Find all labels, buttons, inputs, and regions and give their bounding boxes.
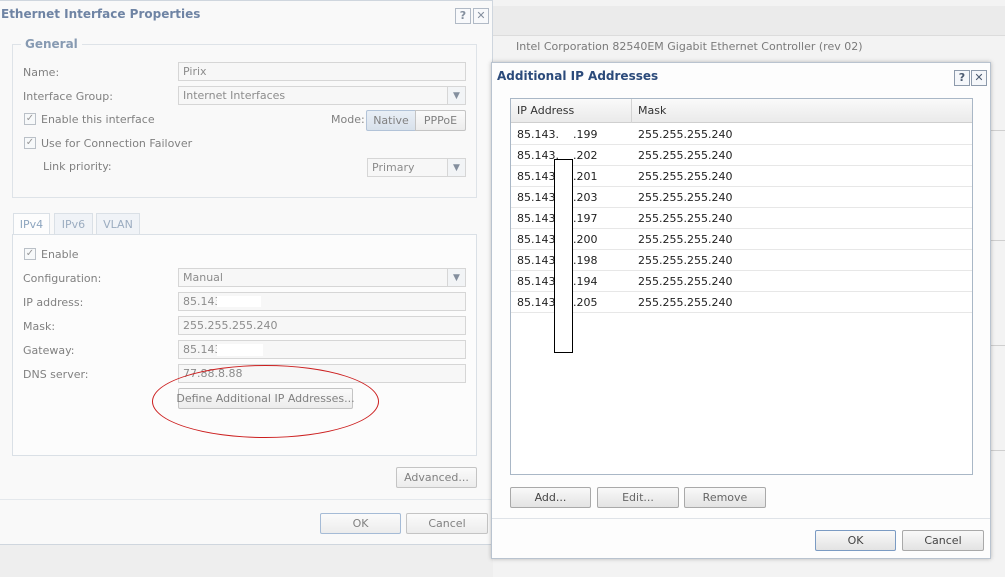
- ip-suffix-cell: .203: [573, 191, 598, 204]
- ip-address-label: IP address:: [23, 296, 84, 309]
- name-label: Name:: [23, 66, 60, 79]
- configuration-value: Manual: [183, 271, 223, 284]
- footer-divider: [0, 499, 492, 500]
- table-row[interactable]: 85.143. .203 255.255.255.240: [511, 187, 972, 208]
- mode-pppoe-button[interactable]: PPPoE: [415, 110, 466, 131]
- ip-prefix-cell: 85.143.: [517, 275, 559, 288]
- ethernet-properties-dialog: Ethernet Interface Properties ? ✕ Genera…: [0, 0, 493, 545]
- dns-server-field[interactable]: 77.88.8.88: [178, 364, 466, 383]
- ip-suffix-cell: .201: [573, 170, 598, 183]
- link-priority-select[interactable]: Primary ▼: [367, 158, 466, 177]
- cancel-button[interactable]: Cancel: [406, 513, 488, 534]
- remove-button[interactable]: Remove: [684, 487, 766, 508]
- connection-failover-label: Use for Connection Failover: [41, 137, 193, 150]
- configuration-select[interactable]: Manual ▼: [178, 268, 466, 287]
- dialog-title: Additional IP Addresses: [497, 69, 659, 83]
- mask-field[interactable]: 255.255.255.240: [178, 316, 466, 335]
- interface-group-value: Internet Interfaces: [183, 89, 286, 102]
- chevron-down-icon[interactable]: ▼: [447, 159, 465, 176]
- close-icon[interactable]: ✕: [971, 70, 987, 86]
- list-header: IP Address Mask: [511, 99, 972, 123]
- column-header-mask[interactable]: Mask: [632, 99, 972, 123]
- connection-failover-checkbox[interactable]: ✓: [24, 137, 36, 149]
- mode-label: Mode:: [331, 113, 365, 126]
- chevron-down-icon[interactable]: ▼: [447, 87, 465, 104]
- ok-button[interactable]: OK: [320, 513, 401, 534]
- dialog-titlebar: Ethernet Interface Properties ? ✕: [0, 1, 492, 29]
- column-header-ip[interactable]: IP Address: [511, 99, 632, 123]
- enable-interface-checkbox[interactable]: ✓: [24, 113, 36, 125]
- advanced-button[interactable]: Advanced...: [396, 467, 477, 488]
- chevron-down-icon[interactable]: ▼: [447, 269, 465, 286]
- ipv4-enable-label: Enable: [41, 248, 79, 261]
- mask-cell: 255.255.255.240: [638, 296, 733, 309]
- ip-suffix-cell: .198: [573, 254, 598, 267]
- interface-group-label: Interface Group:: [23, 90, 113, 103]
- edit-button[interactable]: Edit...: [597, 487, 679, 508]
- mask-cell: 255.255.255.240: [638, 149, 733, 162]
- ok-button[interactable]: OK: [815, 530, 896, 551]
- mask-cell: 255.255.255.240: [638, 128, 733, 141]
- ip-suffix-cell: .202: [573, 149, 598, 162]
- tab-ipv4[interactable]: IPv4: [13, 213, 50, 235]
- table-row[interactable]: 85.143. .201 255.255.255.240: [511, 166, 972, 187]
- additional-ip-dialog: Additional IP Addresses ? ✕ IP Address M…: [491, 62, 991, 559]
- ip-prefix-cell: 85.143.: [517, 149, 559, 162]
- mask-cell: 255.255.255.240: [638, 170, 733, 183]
- redaction-block: [217, 344, 263, 356]
- gateway-label: Gateway:: [23, 344, 75, 357]
- ip-prefix-cell: 85.143.: [517, 212, 559, 225]
- table-row[interactable]: 85.143. .199 255.255.255.240: [511, 124, 972, 145]
- link-priority-value: Primary: [372, 161, 415, 174]
- ip-address-list[interactable]: IP Address Mask 85.143. .199 255.255.255…: [510, 98, 973, 475]
- table-row[interactable]: 85.143. .205 255.255.255.240: [511, 292, 972, 313]
- mask-cell: 255.255.255.240: [638, 275, 733, 288]
- dialog-title: Ethernet Interface Properties: [1, 7, 201, 21]
- general-legend: General: [25, 37, 78, 51]
- help-icon[interactable]: ?: [455, 8, 471, 24]
- mask-cell: 255.255.255.240: [638, 233, 733, 246]
- ip-suffix-cell: .205: [573, 296, 598, 309]
- ipv4-enable-checkbox[interactable]: ✓: [24, 248, 36, 260]
- ip-prefix-cell: 85.143.: [517, 254, 559, 267]
- tab-ipv6[interactable]: IPv6: [54, 213, 93, 234]
- dns-server-label: DNS server:: [23, 368, 89, 381]
- ip-prefix-cell: 85.143.: [517, 233, 559, 246]
- table-row[interactable]: 85.143. .200 255.255.255.240: [511, 229, 972, 250]
- mode-native-button[interactable]: Native: [366, 110, 416, 131]
- ip-prefix-cell: 85.143.: [517, 296, 559, 309]
- redaction-block: [554, 159, 573, 353]
- enable-interface-label: Enable this interface: [41, 113, 155, 126]
- close-icon[interactable]: ✕: [473, 8, 489, 24]
- mask-cell: 255.255.255.240: [638, 191, 733, 204]
- cancel-button[interactable]: Cancel: [902, 530, 984, 551]
- ip-prefix-cell: 85.143.: [517, 170, 559, 183]
- help-icon[interactable]: ?: [954, 70, 970, 86]
- add-button[interactable]: Add...: [510, 487, 591, 508]
- define-additional-ip-button[interactable]: Define Additional IP Addresses...: [176, 388, 355, 409]
- ip-prefix-cell: 85.143.: [517, 128, 559, 141]
- ip-suffix-cell: .197: [573, 212, 598, 225]
- table-row[interactable]: 85.143. .198 255.255.255.240: [511, 250, 972, 271]
- interface-group-select[interactable]: Internet Interfaces ▼: [178, 86, 466, 105]
- configuration-label: Configuration:: [23, 272, 102, 285]
- ip-prefix-cell: 85.143.: [517, 191, 559, 204]
- redaction-block: [217, 296, 261, 307]
- link-priority-label: Link priority:: [43, 160, 112, 173]
- table-row[interactable]: 85.143. .202 255.255.255.240: [511, 145, 972, 166]
- footer-divider: [492, 518, 990, 519]
- ip-suffix-cell: .194: [573, 275, 598, 288]
- mask-cell: 255.255.255.240: [638, 254, 733, 267]
- table-row[interactable]: 85.143. .194 255.255.255.240: [511, 271, 972, 292]
- table-row[interactable]: 85.143. .197 255.255.255.240: [511, 208, 972, 229]
- device-name: Intel Corporation 82540EM Gigabit Ethern…: [516, 40, 863, 53]
- dialog-titlebar: Additional IP Addresses ? ✕: [492, 63, 990, 91]
- ip-suffix-cell: .200: [573, 233, 598, 246]
- background-toolbar: [493, 6, 1005, 36]
- name-field[interactable]: Pirix: [178, 62, 466, 81]
- tab-vlan[interactable]: VLAN: [96, 213, 140, 234]
- mask-cell: 255.255.255.240: [638, 212, 733, 225]
- ip-suffix-cell: .199: [573, 128, 598, 141]
- mask-label: Mask:: [23, 320, 56, 333]
